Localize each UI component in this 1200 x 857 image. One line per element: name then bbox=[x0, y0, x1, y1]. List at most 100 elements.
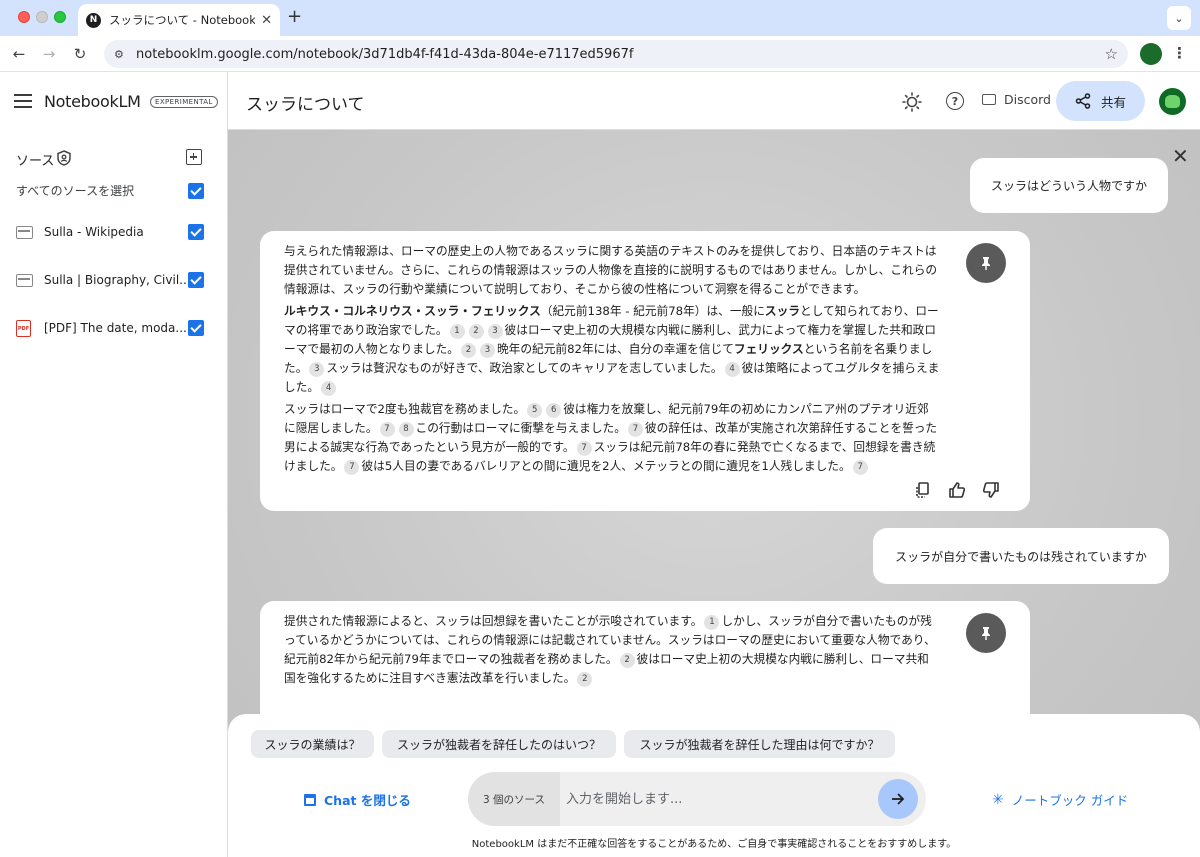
back-arrow-icon[interactable]: ← bbox=[7, 42, 31, 66]
user-message-text: スッラはどういう人物ですか bbox=[990, 179, 1147, 193]
citation-chip[interactable]: 4 bbox=[724, 362, 740, 377]
sources-heading: ソース bbox=[16, 154, 55, 169]
browser-menu-icon[interactable]: ⋮ bbox=[1172, 44, 1187, 62]
browser-tab[interactable]: N スッラについて - NotebookLM ✕ bbox=[78, 4, 280, 36]
user-message: スッラはどういう人物ですか bbox=[970, 158, 1168, 213]
citation-chip[interactable]: 3 bbox=[487, 324, 503, 339]
select-all-label: すべてのソースを選択 bbox=[16, 184, 135, 198]
pin-note-button[interactable] bbox=[966, 243, 1006, 283]
pin-icon bbox=[982, 257, 990, 270]
window-close-button[interactable] bbox=[18, 11, 30, 23]
notebook-guide-button[interactable]: ✳ ノートブック ガイド bbox=[992, 790, 1128, 809]
tab-search-chevron-icon[interactable]: ⌄ bbox=[1167, 6, 1191, 30]
chat-feedback-icon bbox=[982, 94, 996, 105]
citation-chip[interactable]: 1 bbox=[449, 324, 465, 339]
user-message: スッラが自分で書いたものは残されていますか bbox=[873, 528, 1169, 584]
citation-chip[interactable]: 4 bbox=[321, 381, 337, 396]
source-item[interactable]: PDF [PDF] The date, moda... bbox=[0, 312, 228, 344]
citation-chip[interactable]: 7 bbox=[852, 460, 868, 475]
source-item[interactable]: Sulla | Biography, Civil... bbox=[0, 264, 228, 296]
tab-close-icon[interactable]: ✕ bbox=[261, 13, 272, 28]
experimental-badge: EXPERIMENTAL bbox=[150, 96, 218, 108]
answer-paragraph: スッラはローマで2度も独裁官を務めました。 5 6 彼は権力を放棄し、紀元前79年の初… bbox=[284, 402, 938, 475]
pin-note-button[interactable] bbox=[966, 613, 1006, 653]
citation-chip[interactable]: 7 bbox=[379, 422, 395, 437]
share-icon bbox=[1075, 93, 1091, 109]
citation-chip[interactable]: 7 bbox=[576, 441, 592, 456]
notebook-header: スッラについて ? Discord 共有 bbox=[228, 72, 1200, 130]
new-tab-icon[interactable]: + bbox=[287, 6, 302, 27]
thumbs-up-icon[interactable] bbox=[948, 481, 966, 499]
citation-chip[interactable]: 5 bbox=[527, 403, 543, 418]
close-chat-button[interactable]: Chat を閉じる bbox=[304, 790, 411, 809]
suggested-question-chip[interactable]: スッラが独裁者を辞任した理由は何ですか？ bbox=[624, 730, 895, 758]
help-icon[interactable]: ? bbox=[946, 92, 964, 110]
copy-icon[interactable] bbox=[914, 481, 932, 499]
send-button[interactable] bbox=[878, 779, 918, 819]
citation-chip[interactable]: 2 bbox=[619, 653, 635, 668]
add-source-icon[interactable] bbox=[186, 149, 202, 165]
bookmark-star-icon[interactable]: ☆ bbox=[1105, 45, 1118, 63]
close-icon[interactable]: ✕ bbox=[1172, 144, 1189, 168]
app-logo: NotebookLM bbox=[44, 92, 141, 111]
chat-panel-icon bbox=[304, 793, 316, 806]
suggested-question-chip[interactable]: スッラが独裁者を辞任したのはいつ？ bbox=[382, 730, 616, 758]
answer-paragraph: ルキウス・コルネリウス・スッラ・フェリックス（紀元前138年 - 紀元前78年）… bbox=[284, 304, 940, 396]
source-count-badge[interactable]: 3 個のソース bbox=[468, 772, 560, 826]
pin-icon bbox=[982, 627, 990, 640]
hamburger-menu-icon[interactable] bbox=[14, 94, 32, 108]
url-text[interactable]: notebooklm.google.com/notebook/3d71db4f-… bbox=[136, 47, 1105, 62]
discord-link[interactable]: Discord bbox=[982, 92, 1051, 107]
answer-paragraph: 与えられた情報源は、ローマの歴史上の人物であるスッラに関する英語のテキストのみを… bbox=[284, 244, 938, 296]
source-item-label: [PDF] The date, moda... bbox=[44, 321, 187, 335]
source-checkbox[interactable] bbox=[188, 320, 204, 336]
thumbs-down-icon[interactable] bbox=[982, 481, 1000, 499]
source-checkbox[interactable] bbox=[188, 224, 204, 240]
suggested-question-chip[interactable]: スッラの業績は？ bbox=[251, 730, 374, 758]
theme-toggle-icon[interactable] bbox=[902, 92, 922, 112]
sources-sidebar: NotebookLM EXPERIMENTAL ソース すべてのソースを選択 S… bbox=[0, 72, 228, 857]
browser-tab-bar: N スッラについて - NotebookLM ✕ + ⌄ bbox=[0, 0, 1200, 36]
shield-icon[interactable] bbox=[57, 150, 71, 166]
address-bar[interactable]: ⚙ notebooklm.google.com/notebook/3d71db4… bbox=[104, 40, 1128, 68]
user-message-text: スッラが自分で書いたものは残されていますか bbox=[895, 549, 1147, 564]
web-page-icon bbox=[16, 226, 33, 239]
pdf-icon: PDF bbox=[16, 320, 31, 337]
disclaimer-text: NotebookLM はまだ不正確な回答をすることがあるため、ご自身で事実確認さ… bbox=[471, 839, 957, 850]
citation-chip[interactable]: 3 bbox=[479, 343, 495, 358]
discord-label: Discord bbox=[1004, 92, 1051, 107]
arrow-right-icon bbox=[892, 793, 905, 805]
source-item-label: Sulla | Biography, Civil... bbox=[44, 273, 191, 287]
browser-profile-avatar[interactable] bbox=[1140, 43, 1162, 65]
citation-chip[interactable]: 1 bbox=[704, 615, 720, 630]
citation-chip[interactable]: 2 bbox=[460, 343, 476, 358]
select-all-checkbox[interactable] bbox=[188, 183, 204, 199]
citation-chip[interactable]: 8 bbox=[398, 422, 414, 437]
citation-chip[interactable]: 7 bbox=[627, 422, 643, 437]
source-item[interactable]: Sulla - Wikipedia bbox=[0, 216, 228, 248]
web-page-icon bbox=[16, 274, 33, 287]
source-checkbox[interactable] bbox=[188, 272, 204, 288]
citation-chip[interactable]: 6 bbox=[546, 403, 562, 418]
window-maximize-button[interactable] bbox=[54, 11, 66, 23]
reload-icon[interactable]: ↻ bbox=[68, 42, 92, 66]
citation-chip[interactable]: 2 bbox=[577, 672, 593, 687]
share-button[interactable]: 共有 bbox=[1056, 81, 1145, 121]
forward-arrow-icon[interactable]: → bbox=[37, 42, 61, 66]
browser-toolbar: ← → ↻ ⚙ notebooklm.google.com/notebook/3… bbox=[0, 36, 1200, 72]
user-avatar[interactable] bbox=[1159, 88, 1186, 115]
message-actions bbox=[914, 481, 1000, 499]
notebooklm-favicon-icon: N bbox=[86, 12, 101, 28]
tab-title: スッラについて - NotebookLM bbox=[109, 13, 256, 27]
window-minimize-button[interactable] bbox=[36, 11, 48, 23]
assistant-message: 与えられた情報源は、ローマの歴史上の人物であるスッラに関する英語のテキストのみを… bbox=[260, 231, 1030, 511]
sparkle-icon: ✳ bbox=[992, 791, 1004, 808]
chat-input[interactable] bbox=[566, 772, 866, 826]
notebook-title[interactable]: スッラについて bbox=[246, 90, 365, 115]
chat-composer: スッラの業績は？ スッラが独裁者を辞任したのはいつ？ スッラが独裁者を辞任した理… bbox=[228, 714, 1200, 857]
site-info-icon[interactable]: ⚙ bbox=[114, 48, 132, 61]
citation-chip[interactable]: 3 bbox=[309, 362, 325, 377]
citation-chip[interactable]: 2 bbox=[468, 324, 484, 339]
source-item-label: Sulla - Wikipedia bbox=[44, 225, 144, 239]
citation-chip[interactable]: 7 bbox=[344, 460, 360, 475]
